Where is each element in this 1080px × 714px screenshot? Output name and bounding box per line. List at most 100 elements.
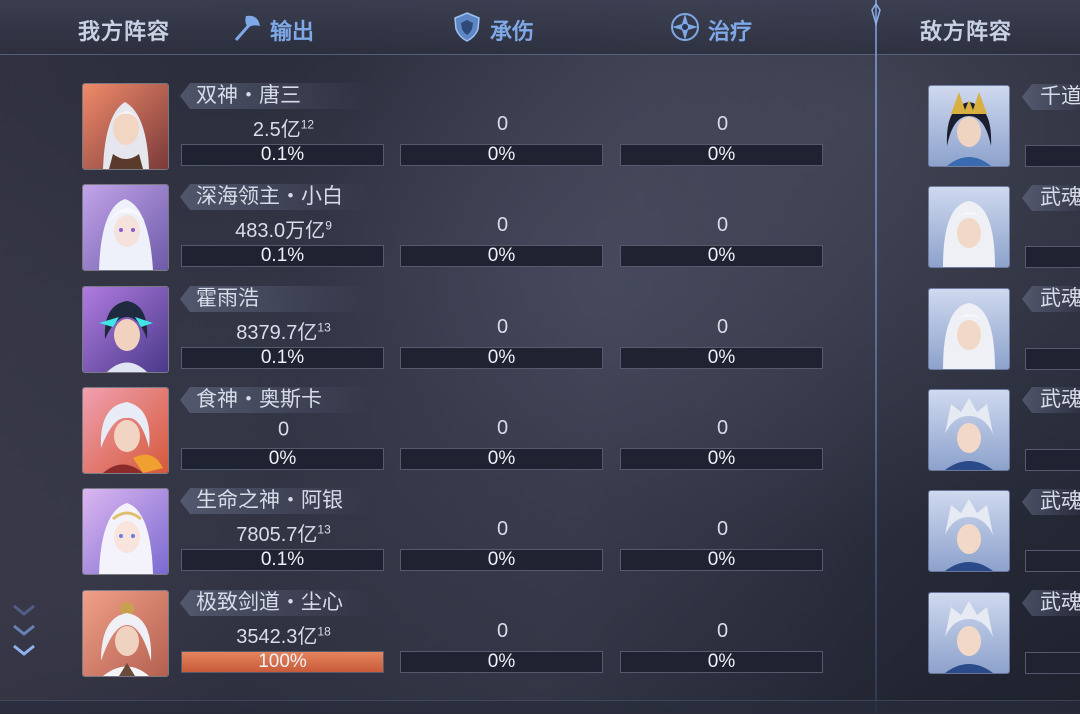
enemy-stat-bar	[1025, 550, 1080, 572]
output-value: 3542.3亿18	[236, 624, 331, 648]
bottom-edge	[0, 700, 1080, 714]
healing-value: 0	[716, 620, 729, 642]
hero-avatar[interactable]	[82, 387, 169, 474]
damage-taken-percent: 0%	[487, 651, 516, 672]
output-bar: 100%	[181, 651, 384, 673]
output-percent: 0.1%	[260, 347, 305, 368]
enemy-name: 武魂	[1040, 186, 1080, 209]
hero-avatar[interactable]	[82, 184, 169, 271]
our-hero-row[interactable]: 深海领主・小白 483.0万亿9 0.1% 0 0% 0 0%	[0, 184, 870, 284]
enemy-stat-bar	[1025, 449, 1080, 471]
output-value: 0	[277, 418, 290, 441]
enemy-avatar[interactable]	[928, 85, 1010, 167]
hero-avatar[interactable]	[82, 488, 169, 575]
output-bar: 0.1%	[181, 347, 384, 369]
enemy-avatar[interactable]	[928, 389, 1010, 471]
damage-taken-bar: 0%	[400, 651, 603, 673]
our-hero-row[interactable]: 极致剑道・尘心 3542.3亿18 100% 0 0% 0 0%	[0, 590, 870, 690]
our-hero-row[interactable]: 生命之神・阿银 7805.7亿13 0.1% 0 0% 0 0%	[0, 488, 870, 588]
output-bar: 0.1%	[181, 245, 384, 267]
damage-taken-value: 0	[496, 417, 509, 439]
healing-bar: 0%	[620, 549, 823, 571]
damage-taken-bar: 0%	[400, 448, 603, 470]
healing-percent: 0%	[707, 651, 736, 672]
scroll-down-chevrons-icon[interactable]	[10, 600, 38, 665]
enemy-name: 武魂	[1040, 490, 1080, 513]
hero-avatar[interactable]	[82, 590, 169, 677]
output-bar: 0.1%	[181, 144, 384, 166]
tab-damage-taken-label: 承伤	[490, 19, 535, 44]
stats-header: 我方阵容 输出 承伤 治疗 敌方阵容	[0, 0, 1080, 55]
healing-value: 0	[716, 214, 729, 236]
our-hero-row[interactable]: 霍雨浩 8379.7亿13 0.1% 0 0% 0 0%	[0, 286, 870, 386]
tab-healing-label: 治疗	[708, 19, 753, 44]
damage-taken-bar: 0%	[400, 245, 603, 267]
healing-value: 0	[716, 518, 729, 540]
divider-ornament-icon	[871, 2, 881, 26]
healing-bar: 0%	[620, 245, 823, 267]
hero-avatar[interactable]	[82, 286, 169, 373]
hero-name: 食神・奥斯卡	[196, 388, 322, 411]
healing-bar: 0%	[620, 347, 823, 369]
tab-healing[interactable]: 治疗	[668, 10, 752, 50]
enemy-name: 武魂	[1040, 287, 1080, 310]
damage-taken-value: 0	[496, 113, 509, 135]
output-percent: 100%	[258, 651, 307, 672]
enemy-name: 千道	[1040, 85, 1080, 108]
output-value: 8379.7亿13	[236, 320, 331, 344]
healing-bar: 0%	[620, 651, 823, 673]
output-value: 483.0万亿9	[235, 218, 332, 242]
enemy-name: 武魂	[1040, 591, 1080, 614]
healing-bar: 0%	[620, 448, 823, 470]
damage-taken-percent: 0%	[487, 347, 516, 368]
tab-output[interactable]: 输出	[230, 10, 314, 50]
damage-taken-value: 0	[496, 214, 509, 236]
output-bar: 0.1%	[181, 549, 384, 571]
damage-taken-percent: 0%	[487, 448, 516, 469]
enemy-avatar[interactable]	[928, 592, 1010, 674]
our-hero-row[interactable]: 食神・奥斯卡 0 0% 0 0% 0 0%	[0, 387, 870, 487]
axe-icon	[230, 10, 264, 50]
enemy-stat-bar	[1025, 246, 1080, 268]
damage-taken-value: 0	[496, 518, 509, 540]
damage-taken-bar: 0%	[400, 549, 603, 571]
tab-damage-taken[interactable]: 承伤	[450, 10, 534, 50]
healing-percent: 0%	[707, 347, 736, 368]
hero-name: 双神・唐三	[196, 84, 301, 107]
enemy-name: 武魂	[1040, 388, 1080, 411]
enemy-avatar[interactable]	[928, 186, 1010, 268]
healing-value: 0	[716, 417, 729, 439]
hero-name: 霍雨浩	[196, 287, 259, 310]
damage-taken-value: 0	[496, 620, 509, 642]
damage-taken-percent: 0%	[487, 144, 516, 165]
enemy-avatar[interactable]	[928, 288, 1010, 370]
damage-taken-bar: 0%	[400, 144, 603, 166]
hero-name: 极致剑道・尘心	[196, 591, 343, 614]
output-value: 7805.7亿13	[236, 522, 331, 546]
output-percent: 0.1%	[260, 549, 305, 570]
enemy-stat-bar	[1025, 348, 1080, 370]
output-bar: 0%	[181, 448, 384, 470]
output-percent: 0.1%	[260, 245, 305, 266]
enemy-stat-bar	[1025, 145, 1080, 167]
output-value: 2.5亿12	[252, 117, 315, 141]
enemy-avatar[interactable]	[928, 490, 1010, 572]
damage-taken-percent: 0%	[487, 549, 516, 570]
healing-bar: 0%	[620, 144, 823, 166]
shield-icon	[450, 10, 484, 50]
team-divider	[875, 0, 877, 713]
output-percent: 0.1%	[260, 144, 305, 165]
damage-taken-percent: 0%	[487, 245, 516, 266]
heal-cross-icon	[668, 10, 702, 50]
our-team-title: 我方阵容	[78, 19, 171, 44]
healing-value: 0	[716, 316, 729, 338]
tab-output-label: 输出	[270, 19, 315, 44]
our-hero-row[interactable]: 双神・唐三 2.5亿12 0.1% 0 0% 0 0%	[0, 83, 870, 183]
healing-percent: 0%	[707, 144, 736, 165]
hero-name: 深海领主・小白	[196, 185, 343, 208]
enemy-stat-bar	[1025, 652, 1080, 674]
healing-percent: 0%	[707, 245, 736, 266]
healing-percent: 0%	[707, 448, 736, 469]
healing-value: 0	[716, 113, 729, 135]
hero-avatar[interactable]	[82, 83, 169, 170]
